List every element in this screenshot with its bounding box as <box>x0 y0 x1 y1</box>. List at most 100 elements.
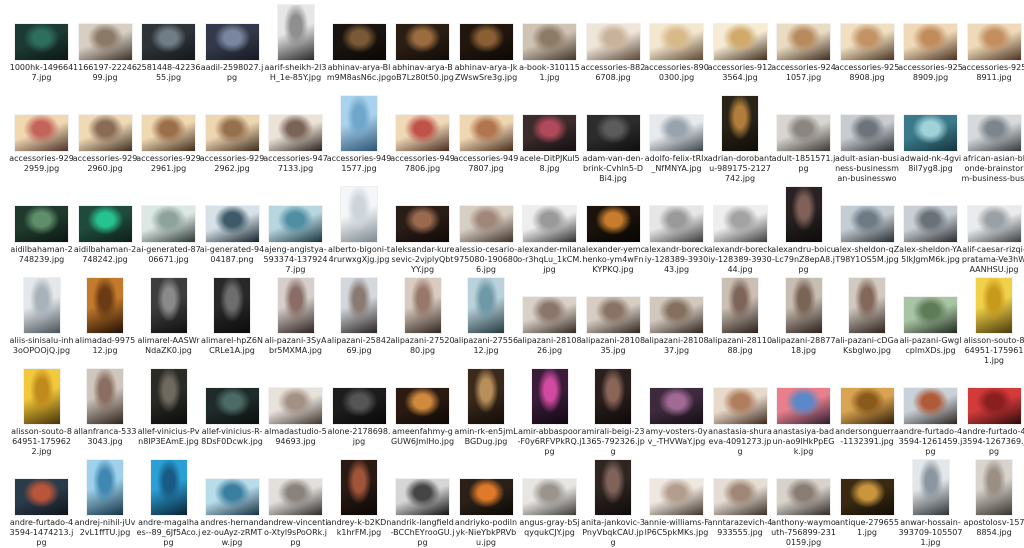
thumbnail-frame <box>518 457 581 515</box>
file-name: alessio-cesario-975080-1906806.jpg <box>454 245 518 274</box>
thumbnail-frame <box>709 93 772 151</box>
image-thumbnail <box>23 278 60 333</box>
image-thumbnail <box>150 460 187 515</box>
thumbnail-frame <box>836 457 899 515</box>
image-thumbnail <box>840 206 894 242</box>
image-thumbnail <box>205 115 259 151</box>
file-name: alex-sheldon-qZT98Y1OS5M.jpg <box>834 245 900 264</box>
thumbnail-frame <box>264 2 327 60</box>
image-thumbnail <box>269 206 322 242</box>
image-thumbnail <box>459 24 513 60</box>
image-thumbnail <box>468 369 504 424</box>
file-name: alipazani-2810826.jpg <box>517 336 582 355</box>
image-thumbnail <box>586 206 640 242</box>
file-name: annie-williams-FlP6C5pkMKs.jpg <box>644 518 709 537</box>
thumbnail-frame <box>582 93 645 151</box>
thumbnail-frame <box>772 457 835 515</box>
thumbnail-frame <box>455 93 518 151</box>
image-thumbnail <box>840 24 894 60</box>
image-thumbnail <box>396 479 449 515</box>
file-name: aadil-2598027.jpg <box>200 63 264 82</box>
thumbnail-frame <box>899 2 962 60</box>
thumbnail-frame <box>74 184 137 242</box>
file-name: anthony-waymouth-756899-2310159.jpg <box>771 518 836 547</box>
file-name: adult-asian-business-businessman-busines… <box>835 154 899 183</box>
thumbnail-frame <box>518 93 581 151</box>
file-name: alipazani-2810837.jpg <box>644 336 709 355</box>
image-thumbnail <box>396 206 449 242</box>
image-thumbnail <box>142 115 195 151</box>
image-thumbnail <box>523 479 576 515</box>
image-thumbnail <box>205 388 259 424</box>
thumbnail-frame <box>899 184 962 242</box>
file-name: ali-pazani-cDGaKsbglwo.jpg <box>835 336 899 355</box>
file-name: accessories-8900300.jpg <box>644 63 709 82</box>
thumbnail-frame <box>582 275 645 333</box>
image-thumbnail <box>205 24 259 60</box>
thumbnail-frame <box>772 93 835 151</box>
file-name: andersonguerra-1132391.jpg <box>835 427 899 446</box>
thumbnail-frame <box>10 366 73 424</box>
image-thumbnail <box>650 479 703 515</box>
thumbnail-frame <box>836 93 899 151</box>
file-name: ali-pazani-GwglcplmXDs.jpg <box>899 336 962 355</box>
thumbnail-frame <box>201 2 264 60</box>
thumbnail-frame <box>74 366 137 424</box>
file-name: andriyko-podilnyk-NieYbkPRVbu.jpg <box>454 518 518 547</box>
thumbnail-frame <box>518 2 581 60</box>
image-thumbnail <box>595 460 631 515</box>
image-thumbnail <box>396 115 449 151</box>
thumbnail-frame <box>137 184 200 242</box>
file-name: allef-vinicius-Pvn8IP3EAmE.jpg <box>137 427 200 446</box>
image-thumbnail <box>777 24 830 60</box>
image-thumbnail <box>840 388 894 424</box>
thumbnail-frame <box>772 275 835 333</box>
image-thumbnail <box>396 388 449 424</box>
image-thumbnail <box>967 115 1021 151</box>
file-name: accessories-9258911.jpg <box>961 63 1024 82</box>
image-thumbnail <box>523 115 576 151</box>
file-name: accessories-9477133.jpg <box>263 154 328 173</box>
thumbnail-frame <box>201 275 264 333</box>
file-name: adolfo-felix-tRIx_NfMNYA.jpg <box>644 154 709 173</box>
image-thumbnail <box>341 278 377 333</box>
file-name: andrey-k-b2KDnk1hrFM.jpg <box>326 518 392 537</box>
thumbnail-frame <box>455 184 518 242</box>
file-name: accessories-9123564.jpg <box>707 63 773 82</box>
file-name: accessories-9292961.jpg <box>136 154 201 173</box>
image-thumbnail <box>269 388 322 424</box>
file-name: acele-DitPJKul58.jpg <box>519 154 580 173</box>
file-name: alexander-yemchenko-ym4wFnKYPKQ.jpg <box>581 245 645 274</box>
thumbnail-frame <box>391 2 454 60</box>
thumbnail-frame <box>74 275 137 333</box>
file-name: abhinav-arya-Blm9M8asN6c.jpg <box>326 63 392 82</box>
image-thumbnail <box>713 206 767 242</box>
image-thumbnail <box>150 369 187 424</box>
image-thumbnail <box>396 24 449 60</box>
file-name: andrej-nihil-jUv2vL1ffTU.jpg <box>74 518 136 537</box>
thumbnail-frame <box>645 93 708 151</box>
thumbnail-frame <box>836 184 899 242</box>
image-thumbnail <box>722 278 758 333</box>
file-name: alimarel-hpZ6NCRLe1A.jpg <box>201 336 263 355</box>
thumbnail-frame <box>455 366 518 424</box>
file-name: alex-sheldon-YA5lkJgmM6k.jpg <box>899 245 962 264</box>
file-name: ali-pazani-3SyAbr5MXMA.jpg <box>264 336 327 355</box>
image-thumbnail <box>87 369 123 424</box>
thumbnail-frame <box>899 275 962 333</box>
image-thumbnail <box>595 369 631 424</box>
thumbnail-frame <box>709 366 772 424</box>
image-thumbnail <box>523 206 576 242</box>
file-name: adwaid-nk-4gvi8il7yg8.jpg <box>899 154 962 173</box>
file-name: anita-jankovic-3PnyVbqkCAU.jpg <box>581 518 645 547</box>
file-name: accessories-9292960.jpg <box>72 154 138 173</box>
image-thumbnail <box>849 278 885 333</box>
file-name: anastasia-shuraeva-4091273.jpg <box>708 427 772 456</box>
image-thumbnail <box>404 278 441 333</box>
file-name: aliis-sinisalu-inh3oOPOOjQ.jpg <box>9 336 74 355</box>
image-thumbnail <box>840 115 894 151</box>
image-thumbnail <box>531 369 568 424</box>
image-thumbnail <box>713 388 767 424</box>
image-thumbnail <box>341 96 377 151</box>
thumbnail-frame <box>582 457 645 515</box>
